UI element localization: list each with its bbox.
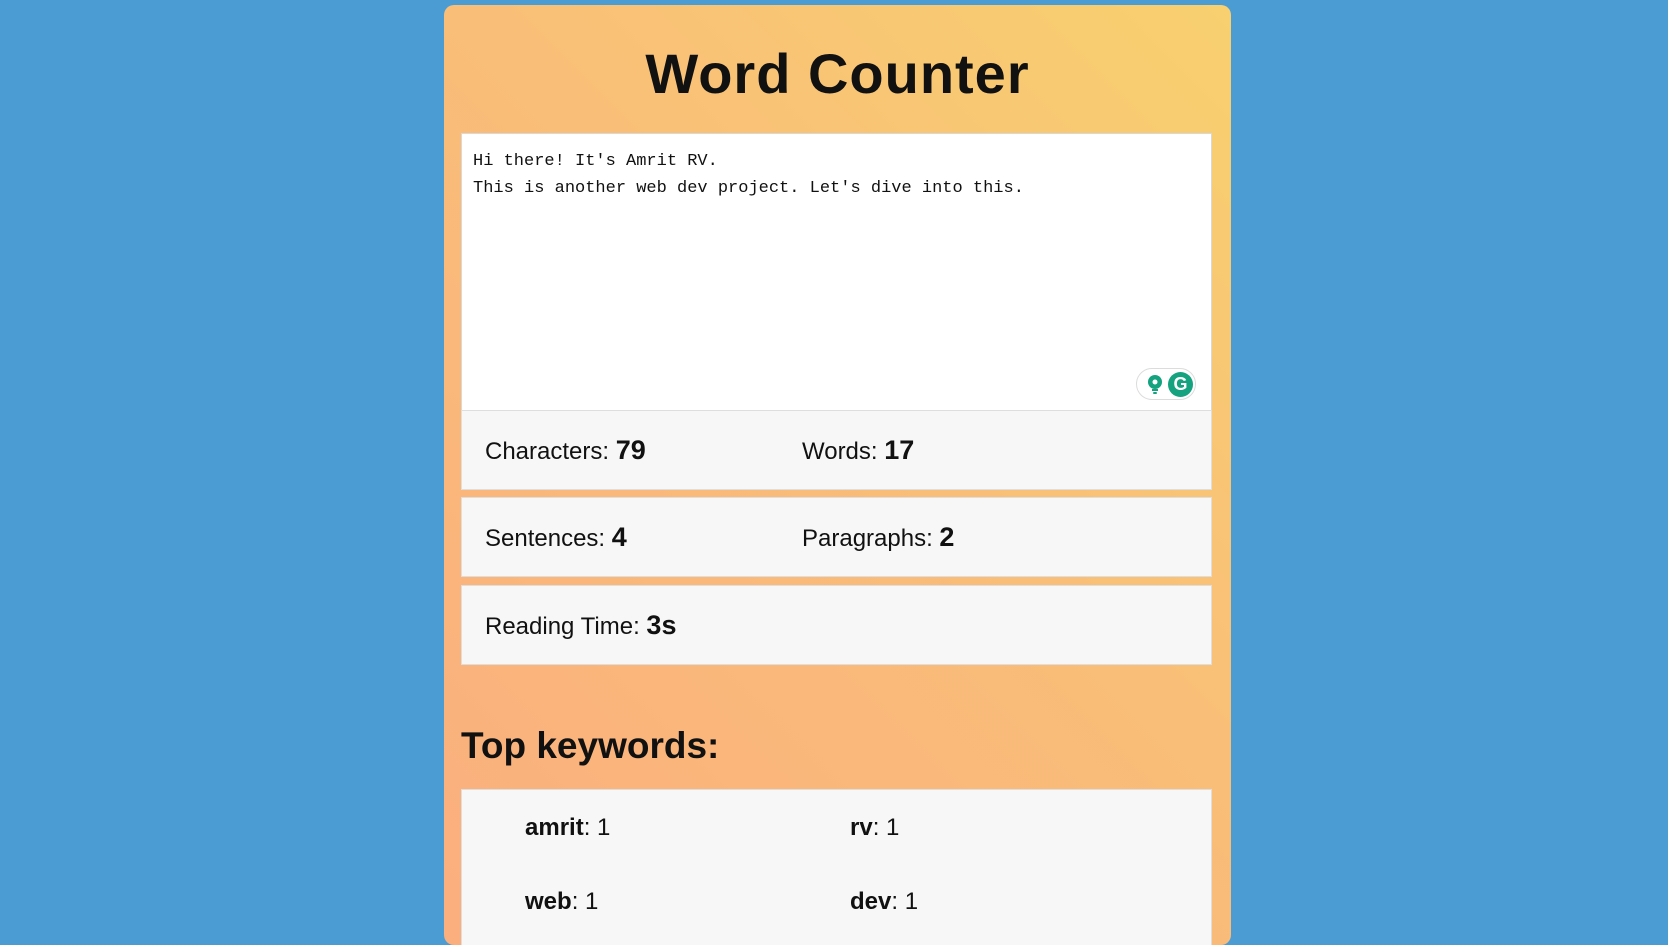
stats-row-sentences-paragraphs: Sentences: 4 Paragraphs: 2 xyxy=(461,497,1212,577)
words-value: 17 xyxy=(884,435,915,465)
top-keywords-heading: Top keywords: xyxy=(461,725,720,766)
stats-row-reading-time: Reading Time: 3s xyxy=(461,585,1212,665)
reading-time-stat: Reading Time: 3s xyxy=(485,586,676,664)
characters-stat: Characters: 79 xyxy=(485,411,646,489)
page-title: Word Counter xyxy=(645,42,1030,105)
paragraphs-value: 2 xyxy=(939,522,955,552)
sentences-value: 4 xyxy=(611,522,627,552)
lightbulb-icon[interactable] xyxy=(1145,374,1165,396)
words-stat: Words: 17 xyxy=(802,411,914,489)
keyword-item: dev: 1 xyxy=(850,888,918,916)
characters-value: 79 xyxy=(615,435,646,465)
keyword-item: amrit: 1 xyxy=(525,814,610,842)
keyword-word: rv xyxy=(850,814,873,841)
reading-time-label: Reading Time: xyxy=(485,613,647,640)
keyword-item: web: 1 xyxy=(525,888,598,916)
stats-row-characters-words: Characters: 79 Words: 17 xyxy=(461,410,1212,490)
characters-label: Characters: xyxy=(485,438,616,465)
keyword-count: : 1 xyxy=(872,814,900,841)
word-counter-card: Word Counter G Characters: 79 Words: 17 … xyxy=(444,5,1231,945)
keyword-count: : 1 xyxy=(571,888,599,915)
words-label: Words: xyxy=(802,438,885,465)
keyword-word: dev xyxy=(850,888,892,915)
keyword-item: rv: 1 xyxy=(850,814,899,842)
keywords-list: amrit: 1 rv: 1 web: 1 dev: 1 xyxy=(461,789,1212,945)
sentences-label: Sentences: xyxy=(485,525,612,552)
paragraphs-stat: Paragraphs: 2 xyxy=(802,498,954,576)
text-input[interactable] xyxy=(461,133,1212,413)
reading-time-value: 3s xyxy=(646,610,677,640)
grammarly-icon[interactable]: G xyxy=(1168,372,1193,397)
keyword-count: : 1 xyxy=(891,888,919,915)
paragraphs-label: Paragraphs: xyxy=(802,525,940,552)
keyword-word: web xyxy=(525,888,572,915)
keyword-count: : 1 xyxy=(583,814,611,841)
keyword-word: amrit xyxy=(525,814,584,841)
sentences-stat: Sentences: 4 xyxy=(485,498,627,576)
grammarly-widget[interactable]: G xyxy=(1136,368,1196,400)
